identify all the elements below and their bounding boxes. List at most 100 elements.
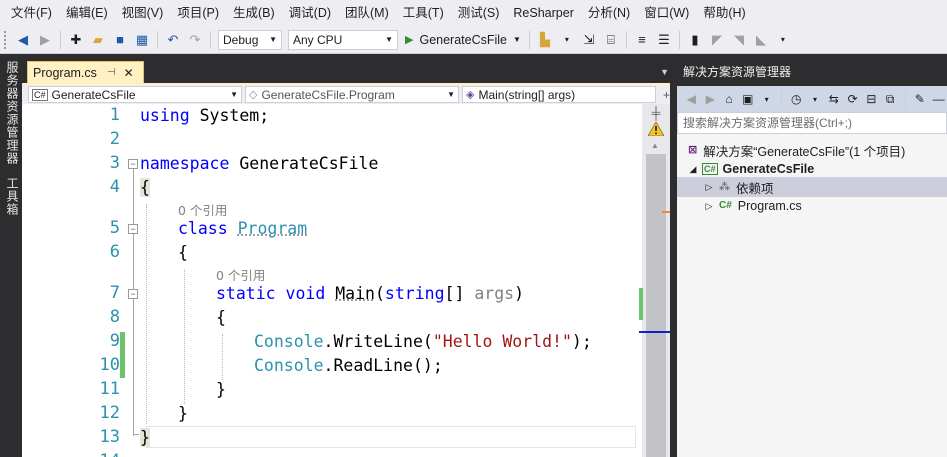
menu-analyze[interactable]: 分析(N) [581,0,637,26]
solution-platform-select[interactable]: Any CPU ▼ [288,29,398,50]
tree-item-label: 解决方案“GenerateCsFile”(1 个项目) [703,144,906,159]
menu-help[interactable]: 帮助(H) [696,0,752,26]
sync-icon[interactable]: ⇆ [826,89,841,109]
properties-wrench-icon[interactable]: ✎ [912,89,927,109]
home-icon[interactable]: ⌂ [722,89,737,109]
split-handle-icon[interactable]: ╪ [646,106,666,120]
punct: ( [374,284,385,303]
toolbar-separator [678,30,680,49]
step-into-icon[interactable]: ⇲ [579,30,599,50]
next-bookmark-icon[interactable]: ◥ [729,30,749,50]
menu-test[interactable]: 测试(S) [451,0,507,26]
menu-build[interactable]: 生成(B) [226,0,282,26]
undo-icon[interactable]: ↶ [163,30,183,50]
member-dropdown[interactable]: ◈ Main(string[] args) [462,86,656,103]
code-editor[interactable]: 1 2 3 4 5 6 7 8 9 10 11 12 13 14 − − − u… [22,104,642,457]
close-icon[interactable]: ✕ [124,66,134,80]
string-literal: "Hello World!" [432,332,572,351]
pending-changes-icon[interactable]: ◷ [789,89,804,109]
project-dropdown-label: GenerateCsFile [51,87,136,102]
line-number: 12 [99,403,120,423]
solution-explorer-search-input[interactable]: 搜索解决方案资源管理器(Ctrl+;) [677,112,947,134]
start-debugging-button[interactable]: ▶ GenerateCsFile ▼ [401,30,525,50]
scrollbar-thumb[interactable] [646,154,666,457]
open-file-icon[interactable]: ▰ [88,30,108,50]
pin-icon[interactable]: ⊣ [107,67,116,78]
code-line-6: { [178,243,188,262]
previous-bookmark-icon[interactable]: ◤ [707,30,727,50]
brace: { [140,178,150,197]
collapsed-arrow-icon[interactable]: ▷ [703,201,715,212]
solution-explorer-tree: ⊠ 解决方案“GenerateCsFile”(1 个项目) ◢ C# Gener… [677,134,947,457]
new-project-icon[interactable]: ✚ [66,30,86,50]
menu-window[interactable]: 窗口(W) [637,0,696,26]
project-dropdown[interactable]: C# GenerateCsFile ▼ [28,86,242,103]
bookmark-icon[interactable]: ▮ [685,30,705,50]
tree-item-label: Program.cs [737,199,802,213]
back-icon[interactable]: ◀ [684,89,699,109]
toolbar-separator [780,90,782,108]
chevron-down-icon[interactable]: ▾ [808,89,823,109]
tab-overflow-icon[interactable]: ▼ [660,67,669,77]
type-dropdown[interactable]: ◇ GenerateCsFile.Program ▼ [245,86,459,103]
forward-icon[interactable]: ▶ [703,89,718,109]
comment-lines-icon[interactable]: ≡ [632,30,652,50]
chevron-down-icon[interactable]: ▼ [513,35,521,44]
tree-item-program-cs[interactable]: ▷ C# Program.cs [677,196,947,216]
menu-edit[interactable]: 编辑(E) [59,0,115,26]
solution-configuration-select[interactable]: Debug ▼ [218,29,282,50]
keyword: using [140,106,190,125]
collapse-icon[interactable]: − [128,224,138,234]
solution-explorer-title[interactable]: 解决方案资源管理器 [677,62,947,83]
refresh-icon[interactable]: ⟳ [845,89,860,109]
code-lens-references[interactable]: 0 个引用 [216,265,265,284]
tree-item-dependencies[interactable]: ▷ ⁂ 依赖项 [677,177,947,197]
code-lens-references[interactable]: 0 个引用 [178,200,227,219]
navigate-back-icon[interactable]: ◀ [13,30,33,50]
save-icon[interactable]: ■ [110,30,130,50]
collapsed-arrow-icon[interactable]: ▷ [703,182,715,193]
code-text: .ReadLine(); [323,356,443,375]
collapse-icon[interactable]: − [128,289,138,299]
collapse-icon[interactable]: − [128,159,138,169]
chevron-down-icon: ▼ [269,35,277,44]
csharp-project-icon: C# [702,163,718,175]
redo-icon[interactable]: ↷ [185,30,205,50]
menu-project[interactable]: 项目(P) [170,0,226,26]
scroll-up-icon[interactable]: ▲ [651,141,659,150]
minimize-icon[interactable]: — [931,89,946,109]
collapse-all-icon[interactable]: ⊟ [864,89,879,109]
play-icon: ▶ [405,34,414,46]
browser-link-icon[interactable]: ▙ [535,30,555,50]
menu-debug[interactable]: 调试(D) [282,0,338,26]
indent-guide [146,204,147,424]
toolbar-grip[interactable] [4,30,8,49]
document-tab-program[interactable]: Program.cs ⊣ ✕ [27,61,144,83]
find-icon[interactable]: ⌸ [601,30,621,50]
show-all-files-icon[interactable]: ⧉ [883,89,898,109]
toolbar-overflow-icon[interactable]: ▾ [557,30,577,50]
menu-view[interactable]: 视图(V) [115,0,171,26]
expanded-arrow-icon[interactable]: ◢ [687,164,699,175]
code-line-10: Console.ReadLine(); [254,356,443,375]
line-number: 9 [109,331,120,351]
editor-vertical-scrollbar[interactable]: ╪ ▲ [639,104,670,457]
save-all-icon[interactable]: ▦ [132,30,152,50]
switch-views-icon[interactable]: ▣ [740,89,755,109]
tree-item-solution[interactable]: ⊠ 解决方案“GenerateCsFile”(1 个项目) [677,140,947,160]
menu-file[interactable]: 文件(F) [4,0,59,26]
line-number: 8 [109,307,120,327]
code-text: .WriteLine( [323,332,433,351]
tree-item-project[interactable]: ◢ C# GenerateCsFile [677,159,947,179]
clear-bookmarks-icon[interactable]: ◣ [751,30,771,50]
navigate-forward-icon[interactable]: ▶ [35,30,55,50]
warning-icon[interactable] [648,122,664,136]
menu-tools[interactable]: 工具(T) [396,0,451,26]
uncomment-lines-icon[interactable]: ☰ [654,30,674,50]
menu-team[interactable]: 团队(M) [338,0,396,26]
menu-resharper[interactable]: ReSharper [506,0,580,26]
toolbar-options-icon[interactable]: ▾ [773,30,793,50]
panel-splitter[interactable] [670,55,677,457]
parameter-name: args [474,284,515,303]
chevron-down-icon[interactable]: ▾ [759,89,774,109]
